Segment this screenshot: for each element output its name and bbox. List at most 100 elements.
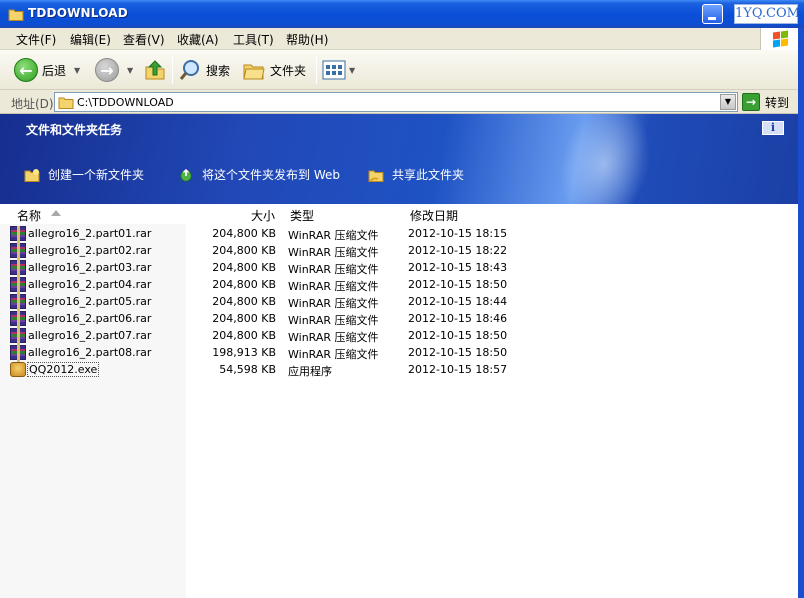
file-size: 204,800 KB	[212, 312, 276, 325]
info-icon[interactable]: i	[762, 121, 784, 135]
column-name[interactable]: 名称	[17, 207, 41, 224]
menu-file[interactable]: 文件(F)	[16, 31, 56, 48]
address-bar: 地址(D) C:\TDDOWNLOAD ▼ → 转到	[0, 90, 804, 114]
back-arrow-icon: ←	[14, 58, 38, 82]
column-size[interactable]: 大小	[251, 207, 275, 224]
file-type: WinRAR 压缩文件	[288, 229, 379, 242]
up-folder-icon	[145, 60, 165, 80]
views-icon	[322, 60, 346, 80]
table-row[interactable]: allegro16_2.part01.rar 204,800 KB WinRAR 压…	[0, 225, 520, 243]
rar-file-icon	[10, 277, 26, 294]
table-row[interactable]: allegro16_2.part04.rar 204,800 KB WinRAR 压…	[0, 276, 520, 294]
folder-icon	[8, 9, 24, 21]
file-modified: 2012-10-15 18:50	[408, 278, 508, 291]
file-modified: 2012-10-15 18:15	[408, 227, 508, 240]
file-modified: 2012-10-15 18:50	[408, 329, 508, 342]
table-row[interactable]: allegro16_2.part08.rar 198,913 KB WinRAR 压…	[0, 344, 520, 362]
file-name[interactable]: allegro16_2.part02.rar	[28, 244, 151, 257]
rar-file-icon	[10, 345, 26, 362]
table-row[interactable]: allegro16_2.part02.rar 204,800 KB WinRAR 压…	[0, 242, 520, 260]
file-type: 应用程序	[288, 365, 332, 378]
file-name[interactable]: QQ2012.exe	[26, 362, 100, 377]
file-name[interactable]: allegro16_2.part01.rar	[28, 227, 151, 240]
window-right-border	[798, 28, 804, 598]
forward-button[interactable]: → ▼	[95, 56, 133, 84]
file-modified: 2012-10-15 18:43	[408, 261, 508, 274]
menu-tools[interactable]: 工具(T)	[233, 31, 274, 48]
windows-logo-icon	[760, 28, 798, 50]
brand-badge: 1YQ.COM	[734, 4, 800, 24]
file-type: WinRAR 压缩文件	[288, 331, 379, 344]
file-name[interactable]: allegro16_2.part05.rar	[28, 295, 151, 308]
column-header: 名称 大小 类型 修改日期	[0, 204, 798, 224]
window-title: TDDOWNLOAD	[28, 6, 128, 20]
rar-file-icon	[10, 311, 26, 328]
go-button[interactable]: → 转到	[742, 92, 804, 112]
file-modified: 2012-10-15 18:50	[408, 346, 508, 359]
search-button[interactable]: 搜索	[178, 56, 230, 84]
task-share-folder[interactable]: 共享此文件夹	[368, 166, 464, 183]
chevron-down-icon[interactable]: ▼	[349, 66, 355, 75]
address-label: 地址(D)	[11, 97, 54, 111]
rar-file-icon	[10, 328, 26, 345]
task-publish-web[interactable]: 将这个文件夹发布到 Web	[178, 166, 340, 183]
file-type: WinRAR 压缩文件	[288, 314, 379, 327]
file-type: WinRAR 压缩文件	[288, 297, 379, 310]
publish-web-icon	[180, 168, 192, 182]
file-size: 54,598 KB	[219, 363, 276, 376]
go-arrow-icon: →	[742, 93, 760, 111]
file-name[interactable]: allegro16_2.part06.rar	[28, 312, 151, 325]
menu-bar: 文件(F) 编辑(E) 查看(V) 收藏(A) 工具(T) 帮助(H)	[0, 28, 804, 50]
file-modified: 2012-10-15 18:22	[408, 244, 508, 257]
folder-icon	[58, 97, 74, 109]
address-dropdown-button[interactable]: ▼	[720, 94, 736, 110]
file-name[interactable]: allegro16_2.part04.rar	[28, 278, 151, 291]
table-row[interactable]: QQ2012.exe 54,598 KB 应用程序 2012-10-15 18:57	[0, 361, 520, 378]
folders-button[interactable]: 文件夹	[242, 56, 306, 84]
file-modified: 2012-10-15 18:44	[408, 295, 508, 308]
up-folder-button[interactable]	[143, 56, 167, 84]
chevron-down-icon[interactable]: ▼	[127, 66, 133, 75]
rar-file-icon	[10, 226, 26, 243]
menu-favorites[interactable]: 收藏(A)	[177, 31, 219, 48]
minimize-button[interactable]	[702, 4, 723, 24]
file-type: WinRAR 压缩文件	[288, 280, 379, 293]
file-name[interactable]: allegro16_2.part03.rar	[28, 261, 151, 274]
table-row[interactable]: allegro16_2.part03.rar 204,800 KB WinRAR 压…	[0, 259, 520, 277]
menu-edit[interactable]: 编辑(E)	[70, 31, 111, 48]
share-folder-icon	[368, 170, 384, 182]
new-folder-icon	[24, 168, 40, 182]
sort-ascending-icon	[51, 210, 61, 216]
column-type[interactable]: 类型	[290, 207, 314, 224]
file-size: 204,800 KB	[212, 261, 276, 274]
file-type: WinRAR 压缩文件	[288, 263, 379, 276]
file-type: WinRAR 压缩文件	[288, 348, 379, 361]
file-size: 198,913 KB	[212, 346, 276, 359]
file-name[interactable]: allegro16_2.part07.rar	[28, 329, 151, 342]
table-row[interactable]: allegro16_2.part06.rar 204,800 KB WinRAR 压…	[0, 310, 520, 328]
table-row[interactable]: allegro16_2.part07.rar 204,800 KB WinRAR 压…	[0, 327, 520, 345]
title-bar[interactable]: TDDOWNLOAD 1YQ.COM	[0, 0, 804, 28]
file-size: 204,800 KB	[212, 295, 276, 308]
file-modified: 2012-10-15 18:57	[408, 363, 508, 376]
file-name[interactable]: allegro16_2.part08.rar	[28, 346, 151, 359]
rar-file-icon	[10, 294, 26, 311]
views-button[interactable]: ▼	[322, 56, 355, 84]
toolbar: ← 后退 ▼ → ▼ 搜索 文件夹 ▼	[0, 50, 804, 90]
rar-file-icon	[10, 243, 26, 260]
back-button[interactable]: ← 后退 ▼	[14, 56, 80, 84]
rar-file-icon	[10, 260, 26, 277]
chevron-down-icon[interactable]: ▼	[74, 66, 80, 75]
file-size: 204,800 KB	[212, 329, 276, 342]
address-input[interactable]: C:\TDDOWNLOAD ▼	[54, 92, 738, 112]
menu-view[interactable]: 查看(V)	[123, 31, 165, 48]
file-size: 204,800 KB	[212, 227, 276, 240]
table-row[interactable]: allegro16_2.part05.rar 204,800 KB WinRAR 压…	[0, 293, 520, 311]
task-banner: 文件和文件夹任务 i 创建一个新文件夹 将这个文件夹发布到 Web 共享此文件夹	[0, 114, 798, 204]
file-type: WinRAR 压缩文件	[288, 246, 379, 259]
column-modified[interactable]: 修改日期	[410, 207, 458, 224]
exe-file-icon	[10, 362, 26, 377]
task-new-folder[interactable]: 创建一个新文件夹	[24, 166, 144, 183]
file-size: 204,800 KB	[212, 278, 276, 291]
menu-help[interactable]: 帮助(H)	[286, 31, 328, 48]
